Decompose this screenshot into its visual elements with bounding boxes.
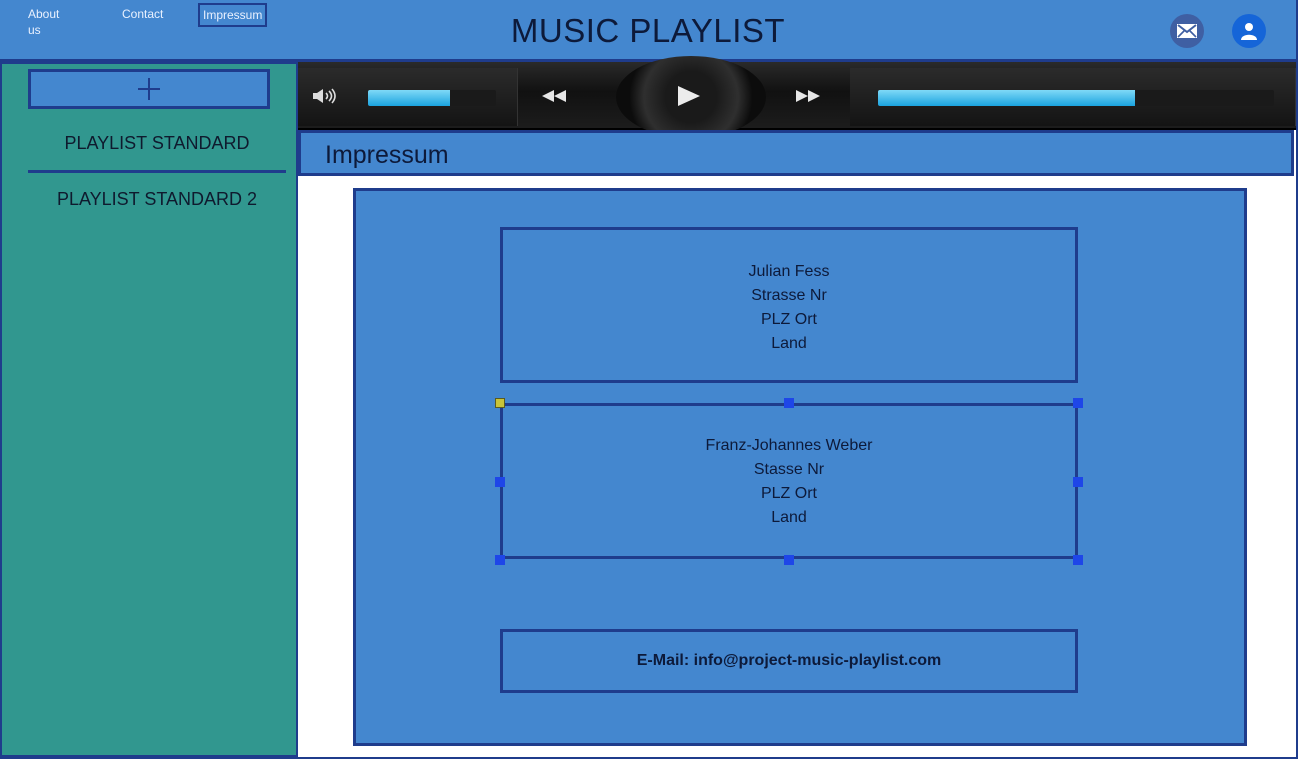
app-title: MUSIC PLAYLIST: [510, 12, 786, 49]
mail-icon[interactable]: [1170, 14, 1204, 48]
sidebar-item-playlist-standard-2[interactable]: PLAYLIST STANDARD 2: [28, 189, 286, 210]
address-city: PLZ Ort: [760, 311, 817, 328]
address-street: Stasse Nr: [753, 461, 825, 478]
address-name: Franz-Johannes Weber: [705, 437, 873, 454]
speaker-icon[interactable]: [312, 88, 338, 104]
address-block-2[interactable]: Franz-Johannes Weber Stasse Nr PLZ Ort L…: [500, 403, 1078, 559]
page-title-bar: Impressum: [298, 130, 1294, 176]
resize-handle[interactable]: [495, 477, 505, 487]
sidebar: PLAYLIST STANDARD PLAYLIST STANDARD 2: [0, 62, 298, 757]
address-block-1: Julian Fess Strasse Nr PLZ Ort Land: [500, 227, 1078, 383]
volume-slider[interactable]: [368, 90, 496, 106]
audio-player: [298, 56, 1296, 138]
user-icon[interactable]: [1232, 14, 1266, 48]
address-country: Land: [771, 509, 807, 526]
resize-handle[interactable]: [495, 398, 505, 408]
resize-handle[interactable]: [784, 555, 794, 565]
page-title: Impressum: [325, 141, 449, 169]
fast-forward-icon[interactable]: [796, 90, 820, 102]
address-city: PLZ Ort: [760, 485, 817, 502]
rewind-icon[interactable]: [542, 90, 566, 102]
header: About us Contact Impressum MUSIC PLAYLIS…: [0, 0, 1296, 62]
plus-icon: [138, 78, 160, 100]
sidebar-item-playlist-standard[interactable]: PLAYLIST STANDARD: [28, 133, 286, 173]
address-country: Land: [771, 335, 807, 352]
resize-handle[interactable]: [495, 555, 505, 565]
resize-handle[interactable]: [1073, 398, 1083, 408]
resize-handle[interactable]: [1073, 477, 1083, 487]
resize-handle[interactable]: [784, 398, 794, 408]
play-icon[interactable]: [678, 86, 700, 106]
volume-level: [368, 90, 450, 106]
add-playlist-button[interactable]: [28, 69, 270, 109]
progress-slider[interactable]: [878, 90, 1274, 106]
address-street: Strasse Nr: [751, 287, 827, 304]
progress-level: [878, 90, 1136, 106]
resize-handle[interactable]: [1073, 555, 1083, 565]
impressum-content: Julian Fess Strasse Nr PLZ Ort Land Fran…: [353, 188, 1247, 746]
address-name: Julian Fess: [748, 263, 830, 280]
email-contact: E-Mail: info@project-music-playlist.com: [500, 629, 1078, 693]
